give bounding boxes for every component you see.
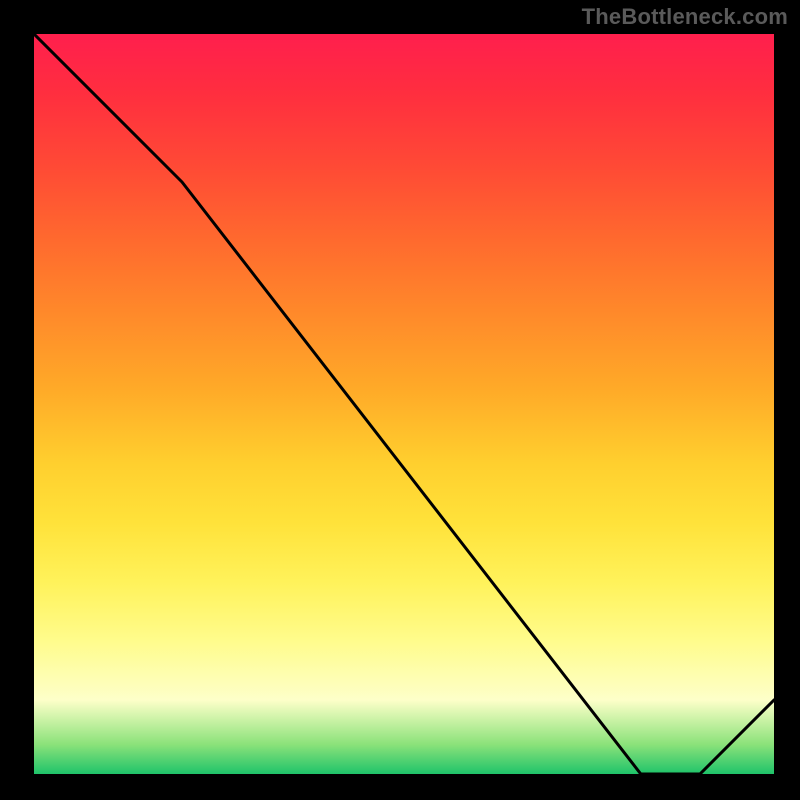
curve-layer xyxy=(34,34,774,774)
chart-container: TheBottleneck.com xyxy=(0,0,800,800)
watermark-label: TheBottleneck.com xyxy=(582,4,788,30)
plot-area xyxy=(30,30,778,778)
bottleneck-curve xyxy=(34,34,774,774)
